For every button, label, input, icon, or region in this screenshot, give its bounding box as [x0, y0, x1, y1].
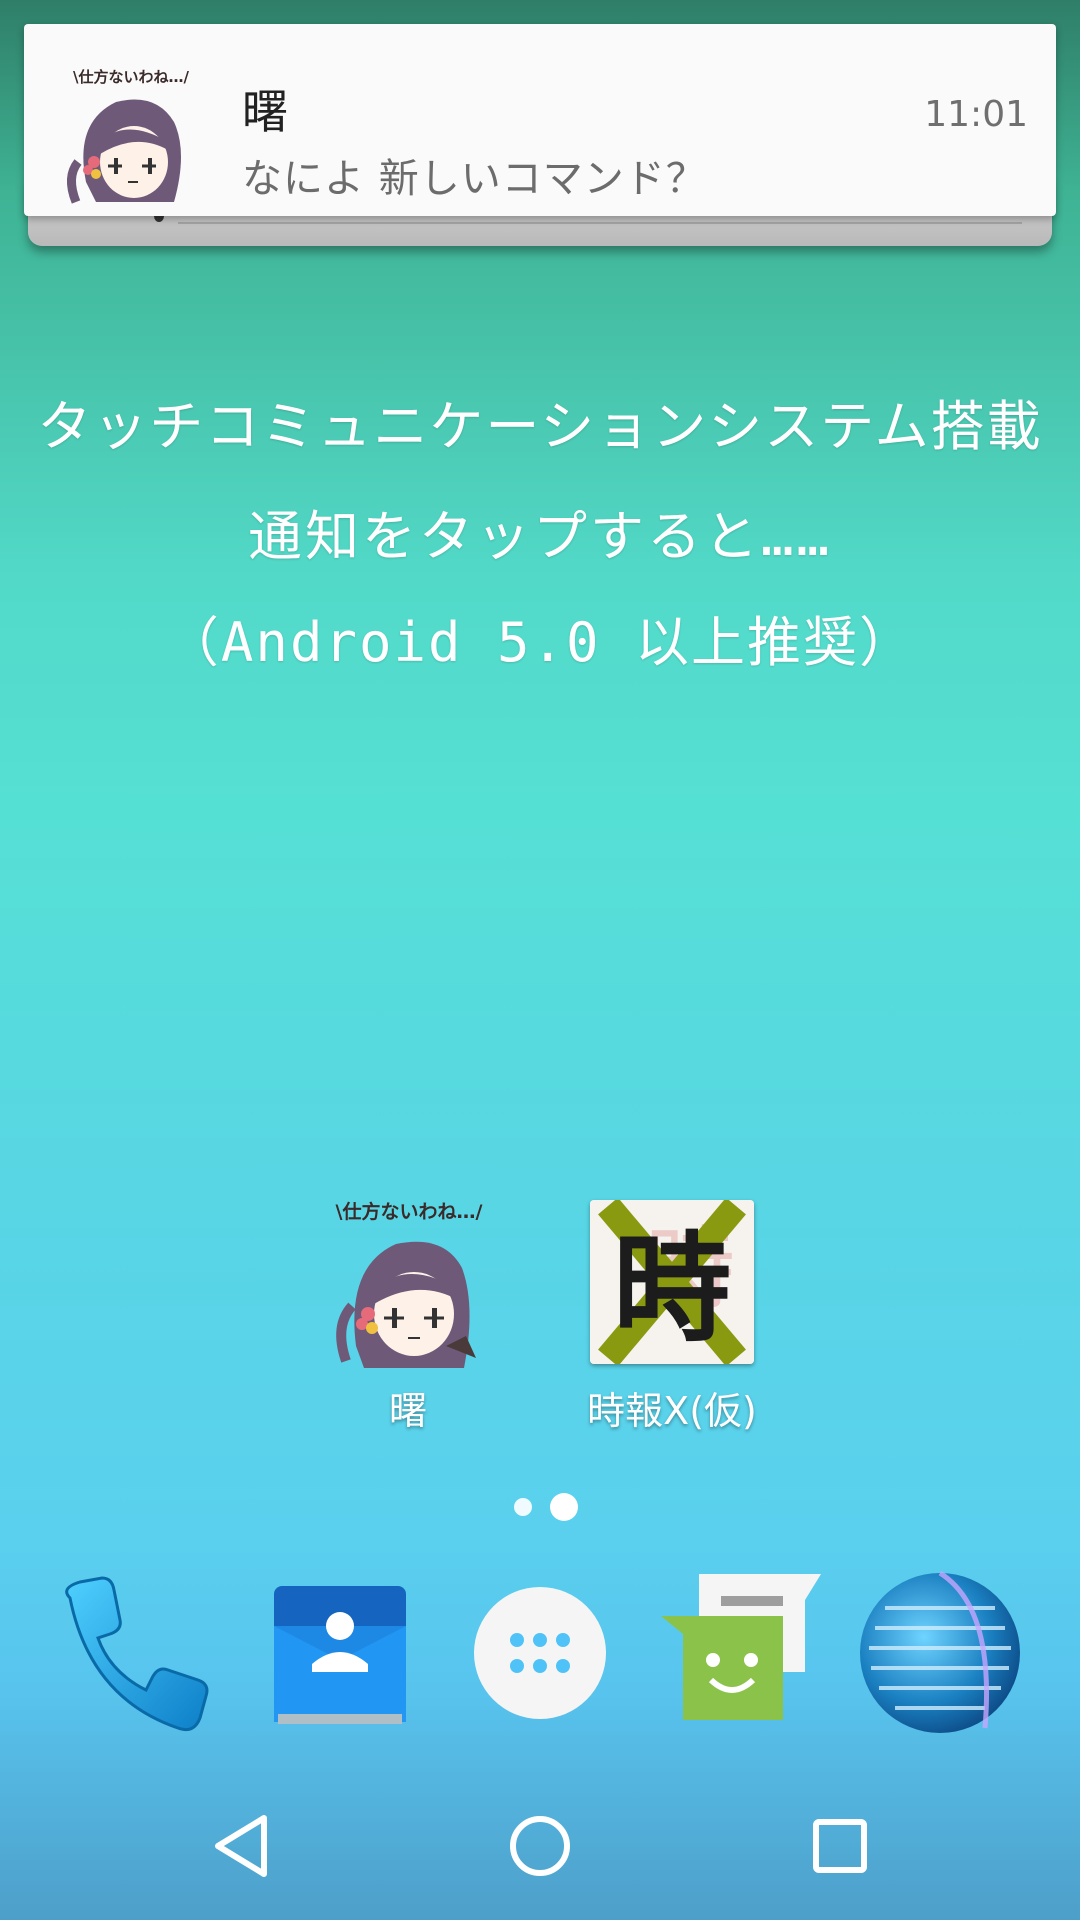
nav-back-button[interactable] — [192, 1796, 292, 1896]
navigation-bar — [0, 1770, 1080, 1920]
dock-app-drawer-button[interactable] — [455, 1568, 625, 1738]
caption-feature: タッチコミュニケーションシステム搭載 — [37, 395, 1043, 458]
jiho-x-icon: 時 時 — [590, 1200, 754, 1364]
dock-contacts-button[interactable] — [252, 1568, 422, 1738]
akebono-chibi-icon: \仕方ないわね…/ — [56, 62, 206, 208]
notification-body: なによ 新しいコマンド？ — [242, 156, 707, 202]
jiho-glyph: 時 — [613, 1219, 731, 1358]
globe-icon — [860, 1570, 1020, 1733]
page-dot-2-current[interactable] — [550, 1493, 578, 1521]
dock-browser-button[interactable] — [855, 1568, 1025, 1738]
messages-icon — [661, 1574, 821, 1720]
notification-stack-divider — [178, 222, 1022, 224]
shortcut-label-akebono: 曙 — [388, 1389, 427, 1433]
dock-phone-button[interactable] — [50, 1568, 220, 1738]
back-triangle-icon — [215, 1815, 267, 1877]
notification-time: 11:01 — [924, 94, 1028, 135]
shortcut-akebono[interactable]: \仕方ないわね…/ 曙 — [308, 1196, 508, 1446]
akebono-chibi-icon: \仕方ないわね…/ — [326, 1196, 492, 1368]
app-drawer-icon — [474, 1587, 606, 1719]
page-indicator — [510, 1492, 590, 1522]
shortcut-banner-text: \仕方ないわね…/ — [336, 1200, 483, 1223]
avatar-banner-text: \仕方ないわね…/ — [73, 68, 189, 86]
recents-square-icon — [813, 1819, 867, 1873]
phone-icon — [65, 1576, 209, 1732]
caption-requirement: （Android 5.0 以上推奨） — [164, 611, 916, 674]
notification-card[interactable]: \仕方ないわね…/ 曙 なによ 新しいコマンド？ 11:01 — [24, 24, 1056, 216]
caption-tap-hint: 通知をタップすると…… — [247, 505, 833, 568]
notification-title: 曙 — [242, 85, 288, 139]
dock — [0, 1568, 1080, 1738]
home-circle-icon — [510, 1816, 570, 1876]
page-dot-1[interactable] — [514, 1498, 532, 1516]
dock-messages-button[interactable] — [655, 1568, 825, 1738]
shortcut-jiho-x[interactable]: 時 時 時報X(仮) — [572, 1196, 772, 1446]
nav-recents-button[interactable] — [790, 1796, 890, 1896]
contacts-icon — [274, 1586, 406, 1724]
nav-home-button[interactable] — [490, 1796, 590, 1896]
shortcut-label-jiho: 時報X(仮) — [587, 1389, 757, 1433]
